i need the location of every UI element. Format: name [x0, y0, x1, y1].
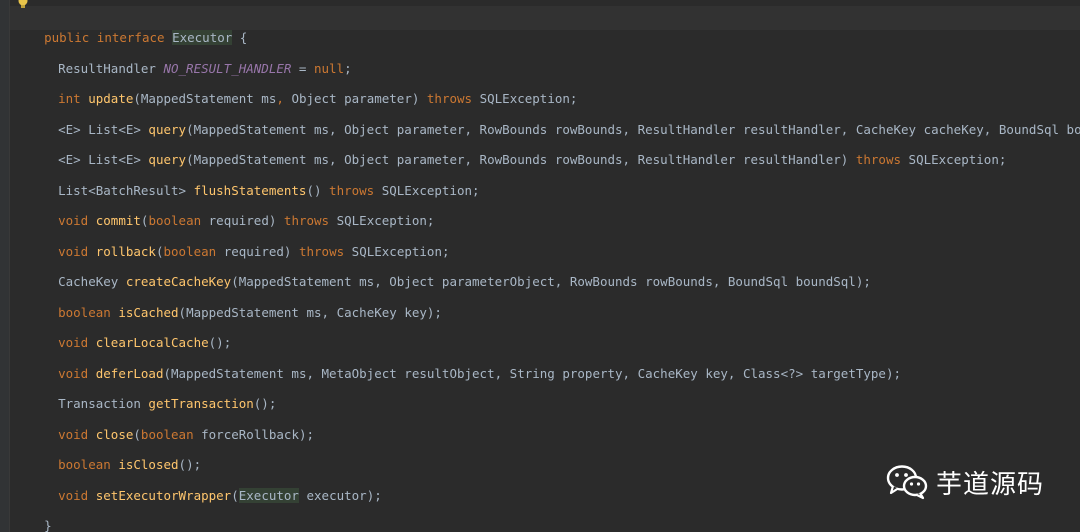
code-text: forceRollback); — [193, 427, 315, 442]
code-line-11[interactable]: void clearLocalCache(); — [28, 313, 231, 350]
code-line-6[interactable]: List<BatchResult> flushStatements() thro… — [28, 161, 479, 198]
code-line-9[interactable]: CacheKey createCacheKey(MappedStatement … — [28, 252, 871, 289]
keyword: void — [58, 488, 89, 503]
code-line-8[interactable]: void rollback(boolean required) throws S… — [28, 222, 449, 259]
code-line-12[interactable]: void deferLoad(MappedStatement ms, MetaO… — [28, 344, 901, 381]
code-line-5[interactable]: <E> List<E> query(MappedStatement ms, Ob… — [28, 130, 1006, 167]
code-line-16[interactable]: void setExecutorWrapper(Executor executo… — [28, 466, 382, 503]
editor-gutter[interactable] — [0, 0, 10, 532]
code-text: SQLException; — [901, 152, 1007, 167]
code-line-3[interactable]: int update(MappedStatement ms, Object pa… — [28, 69, 577, 106]
watermark-text: 芋道源码 — [936, 469, 1045, 500]
class-name: Executor — [238, 488, 299, 503]
code-editor[interactable]: public interface Executor { ResultHandle… — [0, 0, 1080, 532]
code-line-7[interactable]: void commit(boolean required) throws SQL… — [28, 191, 434, 228]
code-text: } — [44, 518, 52, 532]
keyword: throws — [855, 152, 902, 167]
code-line-14[interactable]: void close(boolean forceRollback); — [28, 405, 314, 442]
code-line-15[interactable]: boolean isClosed(); — [28, 435, 201, 472]
wechat-icon — [886, 465, 928, 500]
code-line-13[interactable]: Transaction getTransaction(); — [28, 374, 276, 411]
code-line-4[interactable]: <E> List<E> query(MappedStatement ms, Ob… — [28, 100, 1080, 137]
code-text: ( — [231, 488, 239, 503]
code-line-2[interactable]: ResultHandler NO_RESULT_HANDLER = null; — [28, 39, 352, 76]
code-line-17[interactable]: } — [14, 496, 52, 532]
code-line-10[interactable]: boolean isCached(MappedStatement ms, Cac… — [28, 283, 442, 320]
code-line-1[interactable]: public interface Executor { — [14, 8, 247, 45]
watermark: 芋道源码 — [886, 462, 1044, 502]
method-name: setExecutorWrapper — [95, 488, 232, 503]
code-text: executor); — [298, 488, 382, 503]
